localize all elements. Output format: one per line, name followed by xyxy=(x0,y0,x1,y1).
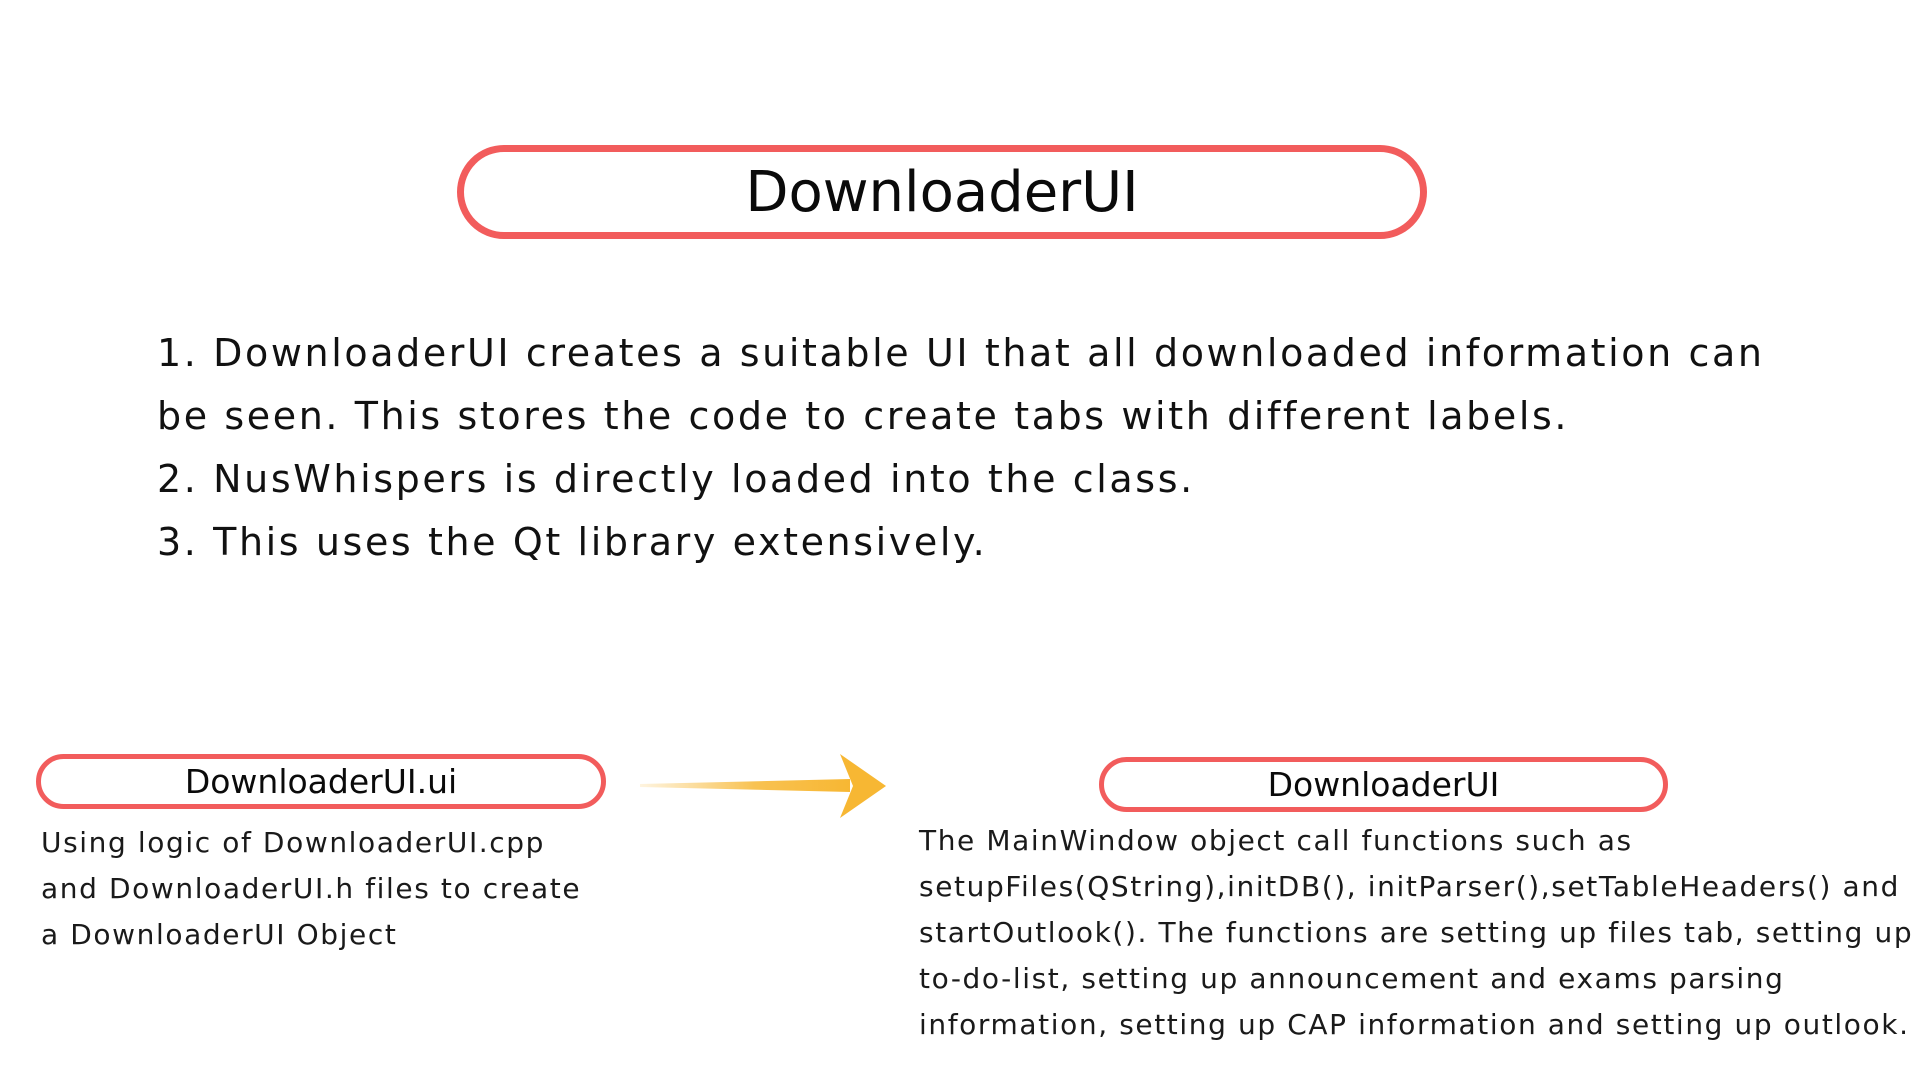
point-line-3: 2. NusWhispers is directly loaded into t… xyxy=(157,457,1195,501)
source-desc-line-3: a DownloaderUI Object xyxy=(41,918,398,951)
arrow-shaft xyxy=(640,779,850,792)
target-desc-line-5: information, setting up CAP information … xyxy=(919,1008,1910,1041)
main-title: DownloaderUI xyxy=(745,159,1139,225)
point-line-2: be seen. This stores the code to create … xyxy=(157,394,1570,438)
point-line-1: 1. DownloaderUI creates a suitable UI th… xyxy=(157,331,1765,375)
source-description: Using logic of DownloaderUI.cpp and Down… xyxy=(41,820,581,958)
arrow-right-icon xyxy=(640,754,886,818)
source-desc-line-1: Using logic of DownloaderUI.cpp xyxy=(41,826,546,859)
main-title-pill: DownloaderUI xyxy=(457,145,1427,239)
target-desc-line-4: to-do-list, setting up announcement and … xyxy=(919,962,1785,995)
target-pill: DownloaderUI xyxy=(1099,757,1668,812)
target-desc-line-1: The MainWindow object call functions suc… xyxy=(919,824,1633,857)
description-points: 1. DownloaderUI creates a suitable UI th… xyxy=(157,322,1797,574)
source-desc-line-2: and DownloaderUI.h files to create xyxy=(41,872,582,905)
point-line-4: 3. This uses the Qt library extensively. xyxy=(157,520,988,564)
target-desc-line-3: startOutlook(). The functions are settin… xyxy=(919,916,1914,949)
source-pill: DownloaderUI.ui xyxy=(36,754,606,809)
target-title: DownloaderUI xyxy=(1267,765,1500,804)
target-desc-line-2: setupFiles(QString),initDB(), initParser… xyxy=(919,870,1901,903)
target-description: The MainWindow object call functions suc… xyxy=(919,818,1913,1048)
source-title: DownloaderUI.ui xyxy=(184,762,458,801)
